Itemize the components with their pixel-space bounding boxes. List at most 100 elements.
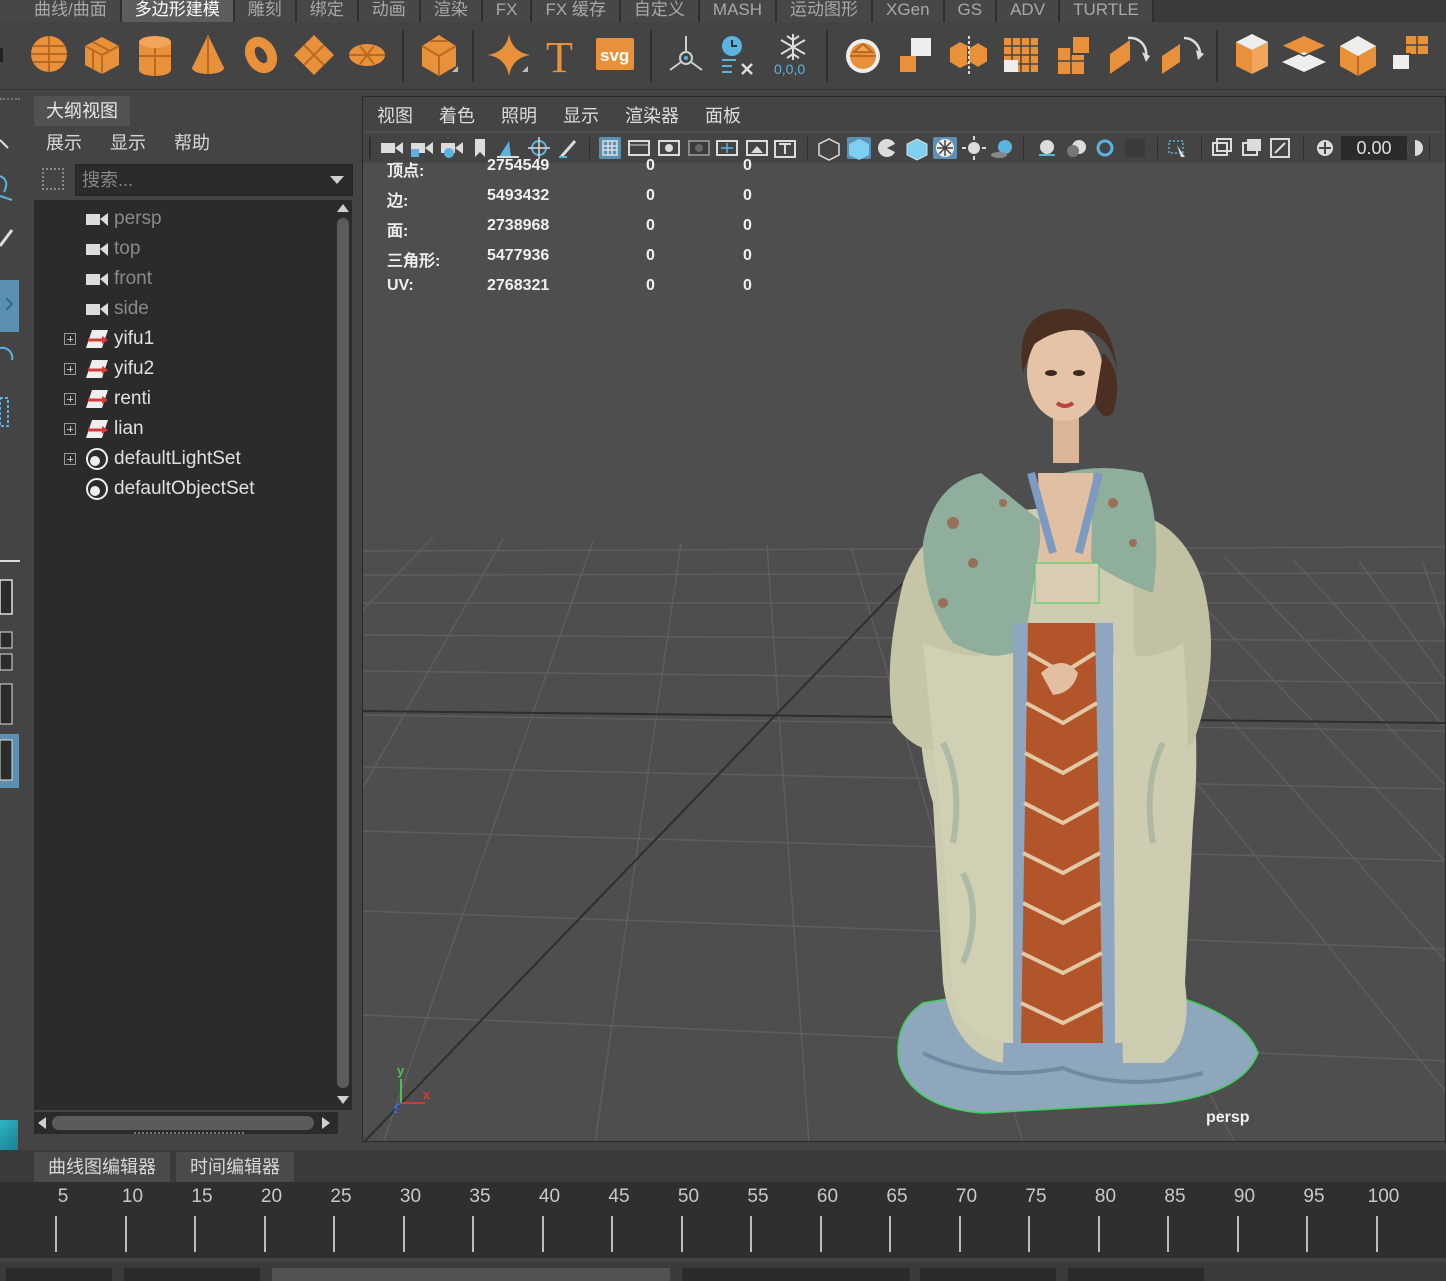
frame-number: 65 [886, 1186, 908, 1207]
viewport-menu-renderer[interactable]: 渲染器 [611, 97, 691, 131]
editor-tab-bar: 曲线图编辑器 时间编辑器 [0, 1150, 1446, 1182]
filter-icon[interactable] [42, 168, 64, 190]
lasso-tool-icon[interactable] [0, 170, 19, 220]
smooth-icon [1004, 38, 1038, 72]
shelf-options-icon[interactable] [0, 48, 6, 62]
shelf-tab[interactable]: FX [482, 0, 533, 22]
rotate-tool-icon[interactable] [0, 342, 19, 392]
hud-selected: 0 [646, 247, 655, 264]
scale-tool-icon[interactable] [0, 392, 19, 442]
viewport-panel[interactable]: 视图 着色 照明 显示 渲染器 面板 0.00 顶点: 2754549 0 0 … [362, 96, 1446, 1142]
frame-tick [541, 1216, 544, 1252]
list-item[interactable]: defaultLightSet [34, 444, 334, 474]
center-pivot-icon [669, 36, 703, 71]
expand-icon[interactable] [64, 423, 76, 435]
shelf-tab[interactable]: 渲染 [420, 0, 483, 22]
frame-tick [124, 1216, 127, 1252]
safe-title-icon [774, 140, 796, 158]
sphere-icon [31, 36, 67, 72]
shelf-tab[interactable]: GS [944, 0, 998, 22]
tab-time-editor[interactable]: 时间编辑器 [176, 1152, 294, 1182]
end-time-field[interactable] [920, 1268, 1056, 1281]
scroll-right-icon[interactable] [322, 1117, 330, 1129]
list-item[interactable]: defaultObjectSet [34, 474, 334, 504]
list-item[interactable]: lian [34, 414, 334, 444]
viewport-menu-show[interactable]: 显示 [549, 97, 611, 131]
scrollbar-thumb[interactable] [52, 1116, 314, 1130]
frame-tick [472, 1216, 474, 1252]
panel-resize-grip[interactable] [134, 1132, 244, 1136]
list-item[interactable]: persp [34, 204, 334, 234]
shelf-tab[interactable]: 动画 [358, 0, 421, 22]
shelf-tab[interactable]: 雕刻 [234, 0, 297, 22]
character-model[interactable] [863, 223, 1283, 1142]
bevel-icon [1281, 36, 1327, 72]
shelf-tab[interactable]: MASH [699, 0, 778, 22]
viewport-menu-shading[interactable]: 着色 [425, 97, 487, 131]
list-item[interactable]: yifu2 [34, 354, 334, 384]
outliner-menu-display[interactable]: 展示 [30, 128, 94, 158]
scroll-down-icon[interactable] [337, 1096, 349, 1104]
exposure-field[interactable]: 0.00 [1341, 136, 1407, 160]
outliner-tab[interactable]: 大纲视图 [34, 96, 130, 126]
frame-tick [1236, 1216, 1239, 1252]
shelf-tab[interactable]: TURTLE [1060, 0, 1154, 22]
screen-space-ao-icon [1039, 140, 1055, 156]
scroll-up-icon[interactable] [337, 204, 349, 212]
time-slider[interactable]: 5 10 15 20 25 30 35 40 45 50 55 60 65 70 75 80 85 90 95 100 [0, 1182, 1446, 1258]
outliner-menu-show[interactable]: 显示 [94, 128, 158, 158]
playback-start-field[interactable] [124, 1268, 260, 1281]
list-item[interactable]: yifu1 [34, 324, 334, 354]
fps-field[interactable] [1068, 1268, 1204, 1281]
viewport-menu-view[interactable]: 视图 [363, 97, 425, 131]
list-item[interactable]: side [34, 294, 334, 324]
scrollbar-thumb[interactable] [337, 218, 349, 1088]
expand-icon[interactable] [64, 333, 76, 345]
outliner-horizontal-scrollbar[interactable] [34, 1112, 338, 1134]
side-by-side-layout-icon[interactable] [0, 682, 19, 728]
expand-icon[interactable] [64, 363, 76, 375]
outliner-layout-icon[interactable] [0, 734, 19, 788]
shelf-tab[interactable]: 自定义 [620, 0, 700, 22]
field-chart-icon [716, 140, 738, 156]
four-view-layout-icon[interactable] [0, 630, 19, 674]
list-item[interactable]: renti [34, 384, 334, 414]
chevron-down-icon[interactable] [330, 176, 344, 186]
viewport-menubar: 视图 着色 照明 显示 渲染器 面板 [363, 97, 1445, 131]
shelf-tab[interactable]: 曲线/曲面 [0, 0, 122, 22]
outliner-search-row [38, 164, 353, 196]
scroll-left-icon[interactable] [38, 1117, 46, 1129]
shelf-tab[interactable]: 绑定 [296, 0, 359, 22]
single-view-layout-icon[interactable] [0, 578, 19, 618]
viewport-menu-panels[interactable]: 面板 [691, 97, 753, 131]
tab-graph-editor[interactable]: 曲线图编辑器 [34, 1152, 170, 1182]
outliner-vertical-scrollbar[interactable] [334, 200, 352, 1110]
outliner-menu-help[interactable]: 帮助 [158, 128, 222, 158]
outliner-list: persp top front side yifu1 yifu2 renti l… [34, 200, 338, 1110]
item-label: renti [114, 388, 151, 409]
object-set-icon [86, 478, 108, 500]
shelf-tab-active[interactable]: 多边形建模 [121, 0, 235, 22]
motion-blur-icon [1067, 140, 1086, 157]
move-tool-icon[interactable] [0, 280, 19, 332]
paint-select-tool-icon[interactable] [0, 222, 19, 272]
shelf-tab[interactable]: FX 缓存 [532, 0, 621, 22]
search-input[interactable] [76, 165, 316, 195]
item-label: side [114, 298, 149, 319]
expand-icon[interactable] [64, 453, 76, 465]
shelf-tab[interactable]: 运动图形 [777, 0, 874, 22]
list-item[interactable]: top [34, 234, 334, 264]
multi-cut-icon [1340, 36, 1376, 76]
start-time-field[interactable] [6, 1268, 112, 1281]
wireframe-icon [818, 138, 840, 161]
frame-number: 15 [191, 1186, 213, 1207]
item-label: top [114, 238, 141, 259]
shelf-tab[interactable]: XGen [873, 0, 945, 22]
range-slider-bar[interactable] [272, 1268, 670, 1281]
viewport-menu-lighting[interactable]: 照明 [487, 97, 549, 131]
playback-end-field[interactable] [682, 1268, 910, 1281]
shelf-tab[interactable]: ADV [997, 0, 1061, 22]
expand-icon[interactable] [64, 393, 76, 405]
hud-selected: 0 [646, 157, 655, 174]
list-item[interactable]: front [34, 264, 334, 294]
